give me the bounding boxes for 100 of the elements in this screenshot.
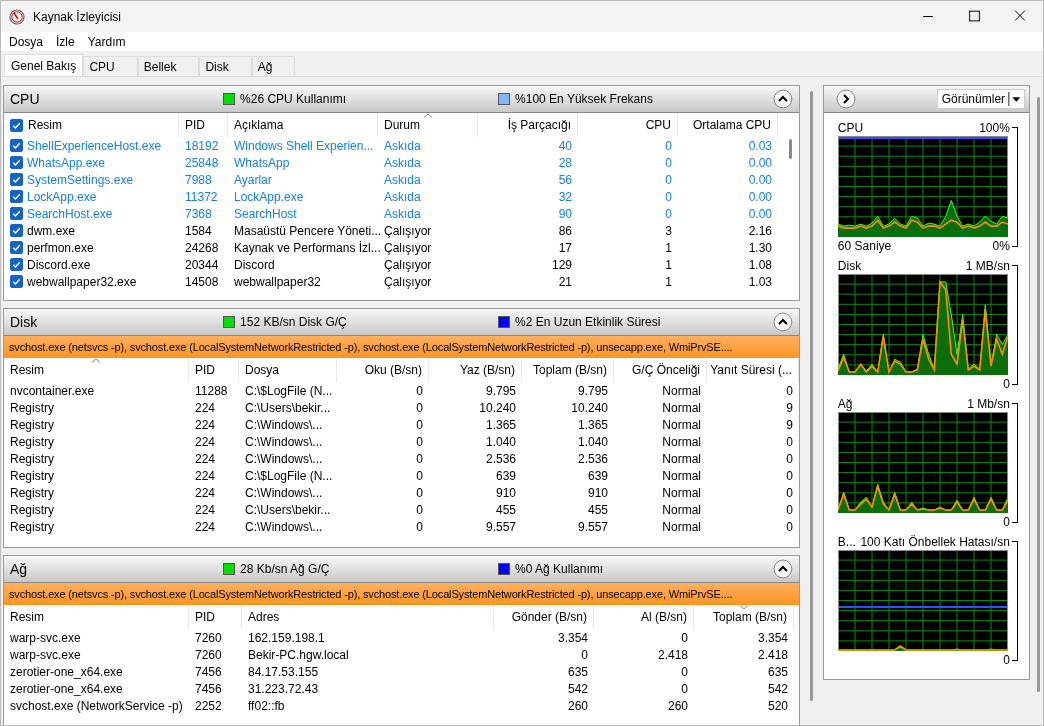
table-cell-text: 639 [586, 467, 609, 484]
scrollbar-thumb[interactable] [789, 139, 793, 159]
column-header[interactable]: Yaz (B/sn) [429, 358, 522, 382]
column-header[interactable]: Resim [4, 113, 179, 137]
table-cell-text: 9 [785, 416, 794, 433]
tab[interactable]: Disk [199, 56, 252, 76]
checkbox[interactable] [10, 173, 23, 186]
table-cell-text: Bekir-PC.hgw.local [247, 646, 350, 663]
table-cell-text: 260 [566, 697, 589, 714]
column-header[interactable]: Açıklama [228, 113, 378, 137]
column-header[interactable]: Resim [4, 358, 189, 382]
checkbox[interactable] [10, 258, 23, 271]
collapse-icon[interactable] [773, 312, 793, 332]
column-header[interactable]: CPU [578, 113, 678, 137]
table-cell-text: 224 [194, 501, 217, 518]
table-cell-text: 0 [785, 467, 794, 484]
scrollbar-thumb[interactable] [810, 91, 814, 701]
tab[interactable]: Ağ [251, 56, 296, 76]
checkbox[interactable] [10, 241, 23, 254]
table-cell-text: Normal [661, 433, 702, 450]
table-cell-text: 129 [550, 256, 573, 273]
table-cell-text: 1.03 [747, 273, 773, 290]
views-dropdown[interactable]: Görünümler [936, 89, 1026, 109]
table-cell-text: 0.00 [747, 205, 773, 222]
checkbox[interactable] [10, 139, 23, 152]
table-cell-text: 11288 [194, 382, 229, 399]
checkbox[interactable] [10, 156, 23, 169]
checkbox[interactable] [10, 190, 23, 203]
chevron-right-icon[interactable] [835, 89, 856, 109]
graph-scale-max: 1 MB/sn [965, 259, 1010, 273]
section-header[interactable]: Ağ 28 Kb/sn Ağ G/Ç %0 Ağ Kullanımı [4, 556, 799, 583]
tab[interactable]: Bellek [137, 56, 200, 76]
table-cell-text: 20344 [184, 256, 220, 273]
checkbox[interactable] [10, 224, 23, 237]
table-cell-text: 635 [566, 663, 589, 680]
table-cell-text: 0 [415, 467, 424, 484]
table-cell-text: Normal [661, 518, 702, 535]
table-cell-text: 10.240 [478, 399, 517, 416]
table-cell-text: WhatsApp [233, 154, 291, 171]
checkbox[interactable] [10, 207, 23, 220]
table-cell-text: 0 [664, 188, 673, 205]
graph-title: CPU [837, 121, 864, 135]
table-cell-text: Çalışıyor [383, 222, 433, 239]
process-filter-banner: svchost.exe (netsvcs -p), svchost.exe (LocalSystemNetworkRestricted -p), svchost.exe (LocalSystemNetworkRestricted -p), unsecapp.exe, WmiPrvSE.... [4, 583, 799, 605]
table-cell-text: 1584 [184, 222, 213, 239]
tab[interactable]: Genel Bakış [4, 54, 84, 76]
graph-title: Disk [837, 259, 862, 273]
collapse-icon[interactable] [773, 559, 793, 579]
graph-scale-max: 100 Katı Önbellek Hatası/sn [860, 535, 1010, 549]
table-cell-text: 7260 [194, 646, 223, 663]
column-header[interactable]: PID [179, 113, 228, 137]
table-cell-text: 1.365 [576, 416, 609, 433]
checkbox[interactable] [10, 118, 23, 132]
table-cell-text: 9 [785, 399, 794, 416]
column-header[interactable]: PID [189, 358, 239, 382]
table-cell-text: Normal [661, 382, 702, 399]
table-cell-text: Discord [233, 256, 276, 273]
column-header[interactable]: G/Ç Önceliği [614, 358, 707, 382]
table-cell-text: 0 [415, 399, 424, 416]
column-header[interactable]: PID [189, 605, 242, 629]
table-cell-text: 1 [664, 256, 673, 273]
menu-item[interactable]: Dosya [9, 34, 43, 49]
table-cell-text: warp-svc.exe [9, 646, 82, 663]
checkbox[interactable] [10, 275, 23, 288]
table-cell-text: 260 [666, 697, 689, 714]
column-header[interactable]: Toplam (B/sn) [694, 605, 794, 629]
table-cell-text: 910 [494, 484, 517, 501]
column-header[interactable]: Resim [4, 605, 189, 629]
column-header[interactable]: Al (B/sn) [594, 605, 694, 629]
column-header[interactable]: Gönder (B/sn) [494, 605, 594, 629]
column-header[interactable]: Ortalama CPU [678, 113, 778, 137]
table-cell-text: C:\Windows\... [244, 433, 324, 450]
process-name: SearchHost.exe [27, 206, 113, 221]
collapse-icon[interactable] [773, 89, 793, 109]
table-cell-text: Çalışıyor [383, 273, 433, 290]
section-header[interactable]: CPU %26 CPU Kullanımı %100 En Yüksek Frekans [4, 86, 799, 113]
menu-item[interactable]: Yardım [87, 34, 126, 49]
tab[interactable]: CPU [83, 56, 138, 76]
column-header[interactable]: Yanıt Süresi (... [707, 358, 799, 382]
column-header[interactable]: İş Parçacığı [478, 113, 578, 137]
menu-item[interactable]: İzle [56, 34, 75, 49]
graph-scale-max: 1 Mb/sn [967, 397, 1010, 411]
table-cell-text: 7260 [194, 629, 223, 646]
graph-scale-max: 100% [979, 121, 1010, 135]
table-cell-text: zerotier-one_x64.exe [9, 680, 124, 697]
column-header[interactable]: Durum [378, 113, 478, 137]
scrollbar-thumb[interactable] [1036, 97, 1040, 692]
column-header[interactable]: Dosya [239, 358, 337, 382]
graph-time-span: 60 Saniye [837, 239, 892, 253]
table-cell-text: Masaüstü Pencere Yöneti... [233, 222, 378, 239]
table-cell-text: webwallpaper32 [233, 273, 322, 290]
table-cell-text: Askıda [383, 171, 422, 188]
table-cell-text: 90 [557, 205, 573, 222]
table-cell-text: 24268 [184, 239, 220, 256]
section-header[interactable]: Disk 152 KB/sn Disk G/Ç %2 En Uzun Etkinlik Süresi [4, 309, 799, 336]
column-header[interactable]: Toplam (B/sn) [522, 358, 614, 382]
column-header[interactable]: Oku (B/sn) [337, 358, 429, 382]
graph-scale-min: 0 [1003, 515, 1010, 529]
table-cell-text: 0 [415, 433, 424, 450]
column-header[interactable]: Adres [242, 605, 494, 629]
